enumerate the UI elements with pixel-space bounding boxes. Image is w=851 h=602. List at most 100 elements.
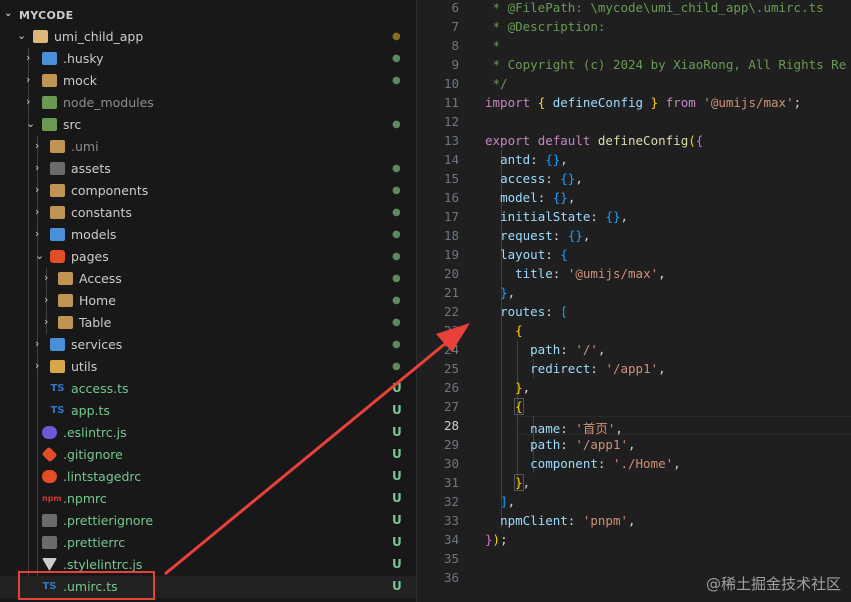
tree-folder-services[interactable]: › services ● <box>0 334 416 356</box>
pages-folder-icon <box>50 250 65 263</box>
untracked-status: U <box>392 579 402 593</box>
code-text: * @Description: <box>485 19 606 34</box>
tree-folder-table[interactable]: › Table ● <box>0 312 416 334</box>
chevron-down-icon: ⌄ <box>4 8 13 19</box>
tree-item-label: .prettierignore <box>63 513 154 528</box>
chevron-down-icon: ⌄ <box>17 29 27 42</box>
line-number: 10 <box>443 76 459 91</box>
tree-item-label: assets <box>71 161 111 176</box>
tree-folder-src[interactable]: ⌄ src ● <box>0 114 416 136</box>
tree-item-label: components <box>71 183 149 198</box>
line-number: 9 <box>451 57 459 72</box>
chevron-right-icon: › <box>26 95 31 108</box>
line-number: 16 <box>443 190 459 205</box>
chevron-right-icon: › <box>35 161 40 174</box>
tree-item-label: utils <box>71 359 98 374</box>
line-number: 17 <box>443 209 459 224</box>
code-line-24: 24 path: '/', <box>417 342 851 361</box>
code-line-30: 30 component: './Home', <box>417 456 851 475</box>
eslint-icon <box>42 426 57 439</box>
watermark-text: @稀土掘金技术社区 <box>705 575 841 593</box>
tree-folder-access[interactable]: › Access ● <box>0 268 416 290</box>
folder-icon <box>58 294 73 307</box>
line-number: 35 <box>443 551 459 566</box>
tree-folder-pages[interactable]: ⌄ pages ● <box>0 246 416 268</box>
chevron-right-icon: › <box>35 227 40 240</box>
tree-file-prettierignore[interactable]: .prettierignore U <box>0 510 416 532</box>
chevron-right-icon: › <box>44 293 49 306</box>
tree-folder-node-modules[interactable]: › node_modules <box>0 92 416 114</box>
tree-file-eslintrc[interactable]: .eslintrc.js U <box>0 422 416 444</box>
tree-item-label: .eslintrc.js <box>63 425 127 440</box>
tree-folder-umi-child-app[interactable]: ⌄ umi_child_app ● <box>0 26 416 48</box>
untracked-dot-icon: ● <box>392 339 401 350</box>
tree-item-label: .prettierrc <box>63 535 126 550</box>
line-number: 33 <box>443 513 459 528</box>
assets-folder-icon <box>50 162 65 175</box>
code-line-21: 21 }, <box>417 285 851 304</box>
tree-item-label: Access <box>79 271 122 286</box>
tree-file-access-ts[interactable]: TS access.ts U <box>0 378 416 400</box>
tree-item-label: access.ts <box>71 381 129 396</box>
line-number: 19 <box>443 247 459 262</box>
highlight-annotation-box <box>18 571 155 600</box>
typescript-icon: TS <box>50 383 65 394</box>
tree-folder-components[interactable]: › components ● <box>0 180 416 202</box>
folder-open-icon <box>33 30 48 43</box>
folder-icon <box>58 272 73 285</box>
tree-file-prettierrc[interactable]: .prettierrc U <box>0 532 416 554</box>
untracked-dot-icon: ● <box>392 251 401 262</box>
code-text: * <box>485 38 501 53</box>
tree-file-npmrc[interactable]: npm .npmrc U <box>0 488 416 510</box>
untracked-status: U <box>392 447 402 461</box>
chevron-down-icon: ⌄ <box>26 117 36 130</box>
code-editor[interactable]: 6 * @FilePath: \mycode\umi_child_app\.um… <box>417 0 851 602</box>
tree-folder-umi[interactable]: › .umi <box>0 136 416 158</box>
line-number: 36 <box>443 570 459 585</box>
folder-icon <box>58 316 73 329</box>
line-number: 27 <box>443 399 459 414</box>
line-number: 21 <box>443 285 459 300</box>
line-number: 26 <box>443 380 459 395</box>
code-line-7: 7 * @Description: <box>417 19 851 38</box>
line-number: 12 <box>443 114 459 129</box>
line-number: 24 <box>443 342 459 357</box>
services-folder-icon <box>50 338 65 351</box>
tree-folder-constants[interactable]: › constants ● <box>0 202 416 224</box>
node-folder-icon <box>42 96 57 109</box>
tree-folder-mock[interactable]: › mock ● <box>0 70 416 92</box>
untracked-status: U <box>392 469 402 483</box>
line-number: 11 <box>443 95 459 110</box>
code-line-23: 23 { <box>417 323 851 342</box>
untracked-dot-icon: ● <box>392 163 401 174</box>
git-icon <box>41 446 58 463</box>
tree-file-app-ts[interactable]: TS app.ts U <box>0 400 416 422</box>
code-line-20: 20 title: '@umijs/max', <box>417 266 851 285</box>
untracked-status: U <box>392 381 402 395</box>
explorer-panel: ⌄ MYCODE ⌄ umi_child_app ● › .husky ● › … <box>0 0 417 602</box>
tree-file-lintstagedrc[interactable]: .lintstagedrc U <box>0 466 416 488</box>
tree-folder-assets[interactable]: › assets ● <box>0 158 416 180</box>
code-text: * @FilePath: \mycode\umi_child_app\.umir… <box>485 0 824 15</box>
utils-folder-icon <box>50 360 65 373</box>
chevron-right-icon: › <box>35 359 40 372</box>
line-number: 8 <box>451 38 459 53</box>
untracked-dot-icon: ● <box>392 119 401 130</box>
line-number: 28 <box>443 418 459 433</box>
untracked-status: U <box>392 491 402 505</box>
line-number: 7 <box>451 19 459 34</box>
prettier-icon <box>42 514 57 527</box>
untracked-dot-icon: ● <box>392 229 401 240</box>
tree-item-label: constants <box>71 205 132 220</box>
chevron-right-icon: › <box>35 205 40 218</box>
tree-folder-models[interactable]: › models ● <box>0 224 416 246</box>
tree-folder-utils[interactable]: › utils ● <box>0 356 416 378</box>
tree-item-label: node_modules <box>63 95 154 110</box>
tree-folder-home[interactable]: › Home ● <box>0 290 416 312</box>
tree-item-label: pages <box>71 249 109 264</box>
untracked-dot-icon: ● <box>392 273 401 284</box>
tree-file-gitignore[interactable]: .gitignore U <box>0 444 416 466</box>
tree-folder-husky[interactable]: › .husky ● <box>0 48 416 70</box>
code-line-33: 33 npmClient: 'pnpm', <box>417 513 851 532</box>
line-number: 14 <box>443 152 459 167</box>
